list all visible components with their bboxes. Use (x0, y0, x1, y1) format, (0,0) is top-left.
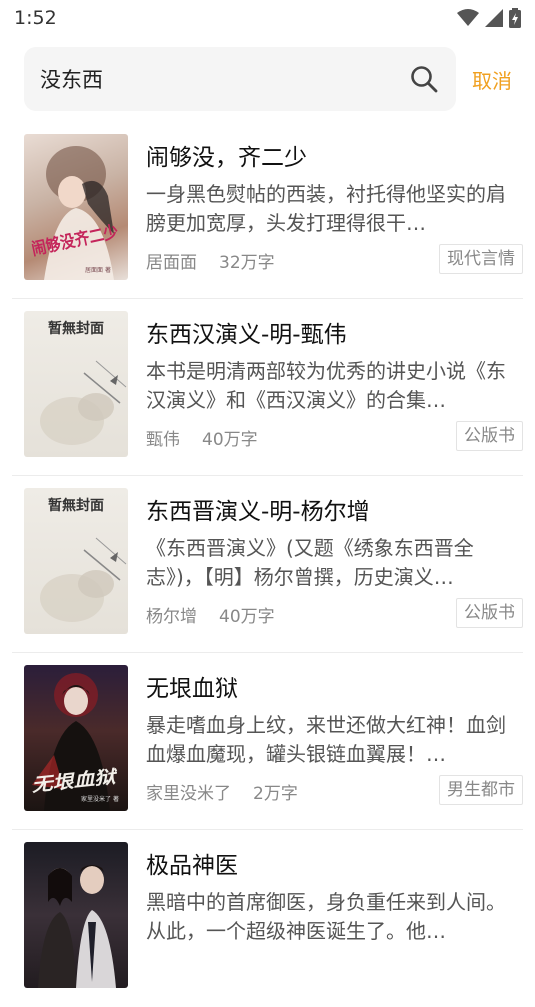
book-meta: 杨尔增 40万字 (146, 602, 275, 627)
cover-placeholder-text: 暂無封面 (48, 497, 104, 514)
book-category-tag: 男生都市 (439, 775, 523, 805)
book-description: 一身黑色熨帖的西装，衬托得他坚实的肩膀更加宽厚，头发打理得很干… (146, 182, 506, 235)
book-category-tag: 公版书 (456, 421, 523, 451)
status-bar: 1:52 (0, 0, 535, 36)
search-row: 没东西 取消 (24, 46, 514, 112)
list-item[interactable]: 暂無封面 东西汉演义-明-甄伟 本书是明清两部较为优秀的讲史小说《东汉演义》和《… (0, 299, 535, 476)
book-meta: 居面面 32万字 (146, 248, 275, 273)
search-input[interactable]: 没东西 (24, 47, 456, 111)
book-title: 极品神医 (146, 853, 238, 879)
book-category-tag: 现代言情 (439, 244, 523, 274)
signal-icon (485, 9, 503, 27)
book-meta: 甄伟 40万字 (146, 425, 258, 450)
cover-author: 居面面 著 (85, 266, 111, 274)
list-item[interactable]: 极品神医 黑暗中的首席御医，身负重任来到人间。从此，一个超级神医诞生了。他… (0, 830, 535, 1007)
book-cover[interactable] (24, 842, 128, 988)
book-meta: 家里没米了 2万字 (146, 779, 298, 804)
book-cover[interactable]: 无垠血狱 家里没米了 著 (24, 665, 128, 811)
cover-placeholder-text: 暂無封面 (48, 320, 104, 337)
cover-author: 家里没米了 著 (81, 795, 119, 803)
book-word-count: 40万字 (219, 607, 275, 627)
book-author: 杨尔增 (146, 607, 197, 627)
book-word-count: 32万字 (219, 253, 275, 273)
search-query: 没东西 (40, 68, 103, 92)
book-title: 东西汉演义-明-甄伟 (146, 322, 347, 348)
book-description: 暴走嗜血身上纹，来世还做大红神！血剑血爆血魔现，罐头银链血翼展！… (146, 713, 506, 766)
status-icons (457, 8, 521, 28)
book-author: 居面面 (146, 253, 197, 273)
book-title: 东西晋演义-明-杨尔增 (146, 499, 370, 525)
wifi-icon (457, 9, 479, 26)
book-title: 闹够没，齐二少 (146, 145, 307, 171)
list-item[interactable]: 暂無封面 东西晋演义-明-杨尔增 《东西晋演义》(又题《绣象东西晋全志》)，【明… (0, 476, 535, 653)
book-author: 甄伟 (146, 430, 180, 450)
book-description: 《东西晋演义》(又题《绣象东西晋全志》)，【明】杨尔曾撰，历史演义… (146, 536, 474, 589)
book-description: 本书是明清两部较为优秀的讲史小说《东汉演义》和《西汉演义》的合集… (146, 359, 506, 412)
book-author: 家里没米了 (146, 784, 231, 804)
list-item[interactable]: 无垠血狱 家里没米了 著 无垠血狱 暴走嗜血身上纹，来世还做大红神！血剑血爆血魔… (0, 653, 535, 830)
book-cover[interactable]: 暂無封面 (24, 488, 128, 634)
book-word-count: 2万字 (253, 784, 298, 804)
book-category-tag: 公版书 (456, 598, 523, 628)
book-description: 黑暗中的首席御医，身负重任来到人间。从此，一个超级神医诞生了。他… (146, 890, 506, 943)
book-cover[interactable]: 闹够没齐二少 居面面 著 (24, 134, 128, 280)
battery-icon (509, 8, 521, 28)
status-time: 1:52 (14, 7, 57, 29)
search-icon[interactable] (410, 65, 438, 93)
book-cover[interactable]: 暂無封面 (24, 311, 128, 457)
cancel-button[interactable]: 取消 (472, 65, 512, 94)
book-title: 无垠血狱 (146, 676, 238, 702)
list-item[interactable]: 闹够没齐二少 居面面 著 闹够没，齐二少 一身黑色熨帖的西装，衬托得他坚实的肩膀… (0, 122, 535, 299)
book-list: 闹够没齐二少 居面面 著 闹够没，齐二少 一身黑色熨帖的西装，衬托得他坚实的肩膀… (0, 122, 535, 1007)
book-word-count: 40万字 (202, 430, 258, 450)
